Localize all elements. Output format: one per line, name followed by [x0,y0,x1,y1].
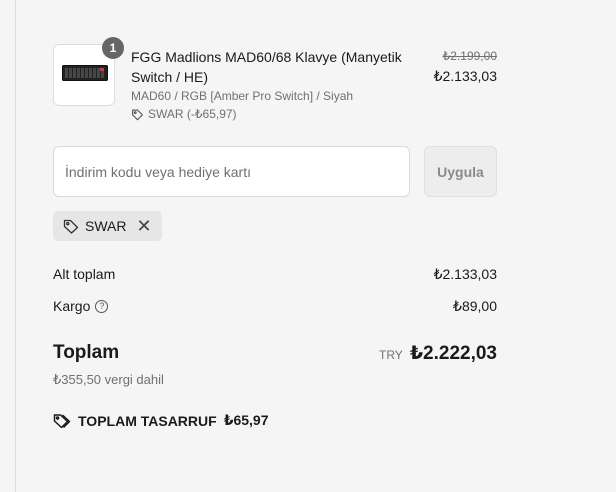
applied-discount-chip: SWAR ✕ [53,211,162,241]
total-value: ₺2.222,03 [409,343,497,364]
tag-icon [63,218,79,234]
product-discount-label: SWAR (-₺65,97) [148,107,237,121]
product-name: FGG Madlions MAD60/68 Klavye (Manyetik S… [131,49,402,85]
product-discount: SWAR (-₺65,97) [131,107,237,121]
panel-divider [15,0,16,492]
product-variant: MAD60 / RGB [Amber Pro Switch] / Siyah [131,89,354,103]
price-original: ₺2.199,00 [442,49,497,63]
total-currency: TRY [379,348,403,362]
apply-button[interactable]: Uygula [424,146,497,197]
subtotal-value: ₺2.133,03 [433,266,497,282]
discount-code-input[interactable] [53,146,410,197]
keyboard-product-image [62,65,108,81]
total-amount: TRY ₺2.222,03 [379,342,497,365]
quantity-badge: 1 [102,37,124,59]
help-circle-icon[interactable]: ? [95,299,109,313]
subtotal-row: Alt toplam ₺2.133,03 [53,266,497,282]
tag-icon [131,108,144,121]
shipping-row: Kargo ? ₺89,00 [53,298,497,314]
tags-icon [53,413,71,429]
applied-code-label: SWAR [85,218,127,234]
total-label: Toplam [53,342,120,363]
shipping-label: Kargo [53,298,91,314]
savings-value: ₺65,97 [223,412,269,428]
line-item: 1 FGG Madlions MAD60/68 Klavye (Manyetik… [53,37,497,124]
subtotal-label: Alt toplam [53,266,116,282]
savings-label: TOPLAM TASARRUF [78,412,217,429]
price-final: ₺2.133,03 [433,68,497,84]
close-icon[interactable]: ✕ [136,217,151,235]
tax-note: ₺355,50 vergi dahil [53,372,164,387]
shipping-value: ₺89,00 [453,298,497,314]
total-savings: TOPLAM TASARRUF ₺65,97 [53,412,268,429]
